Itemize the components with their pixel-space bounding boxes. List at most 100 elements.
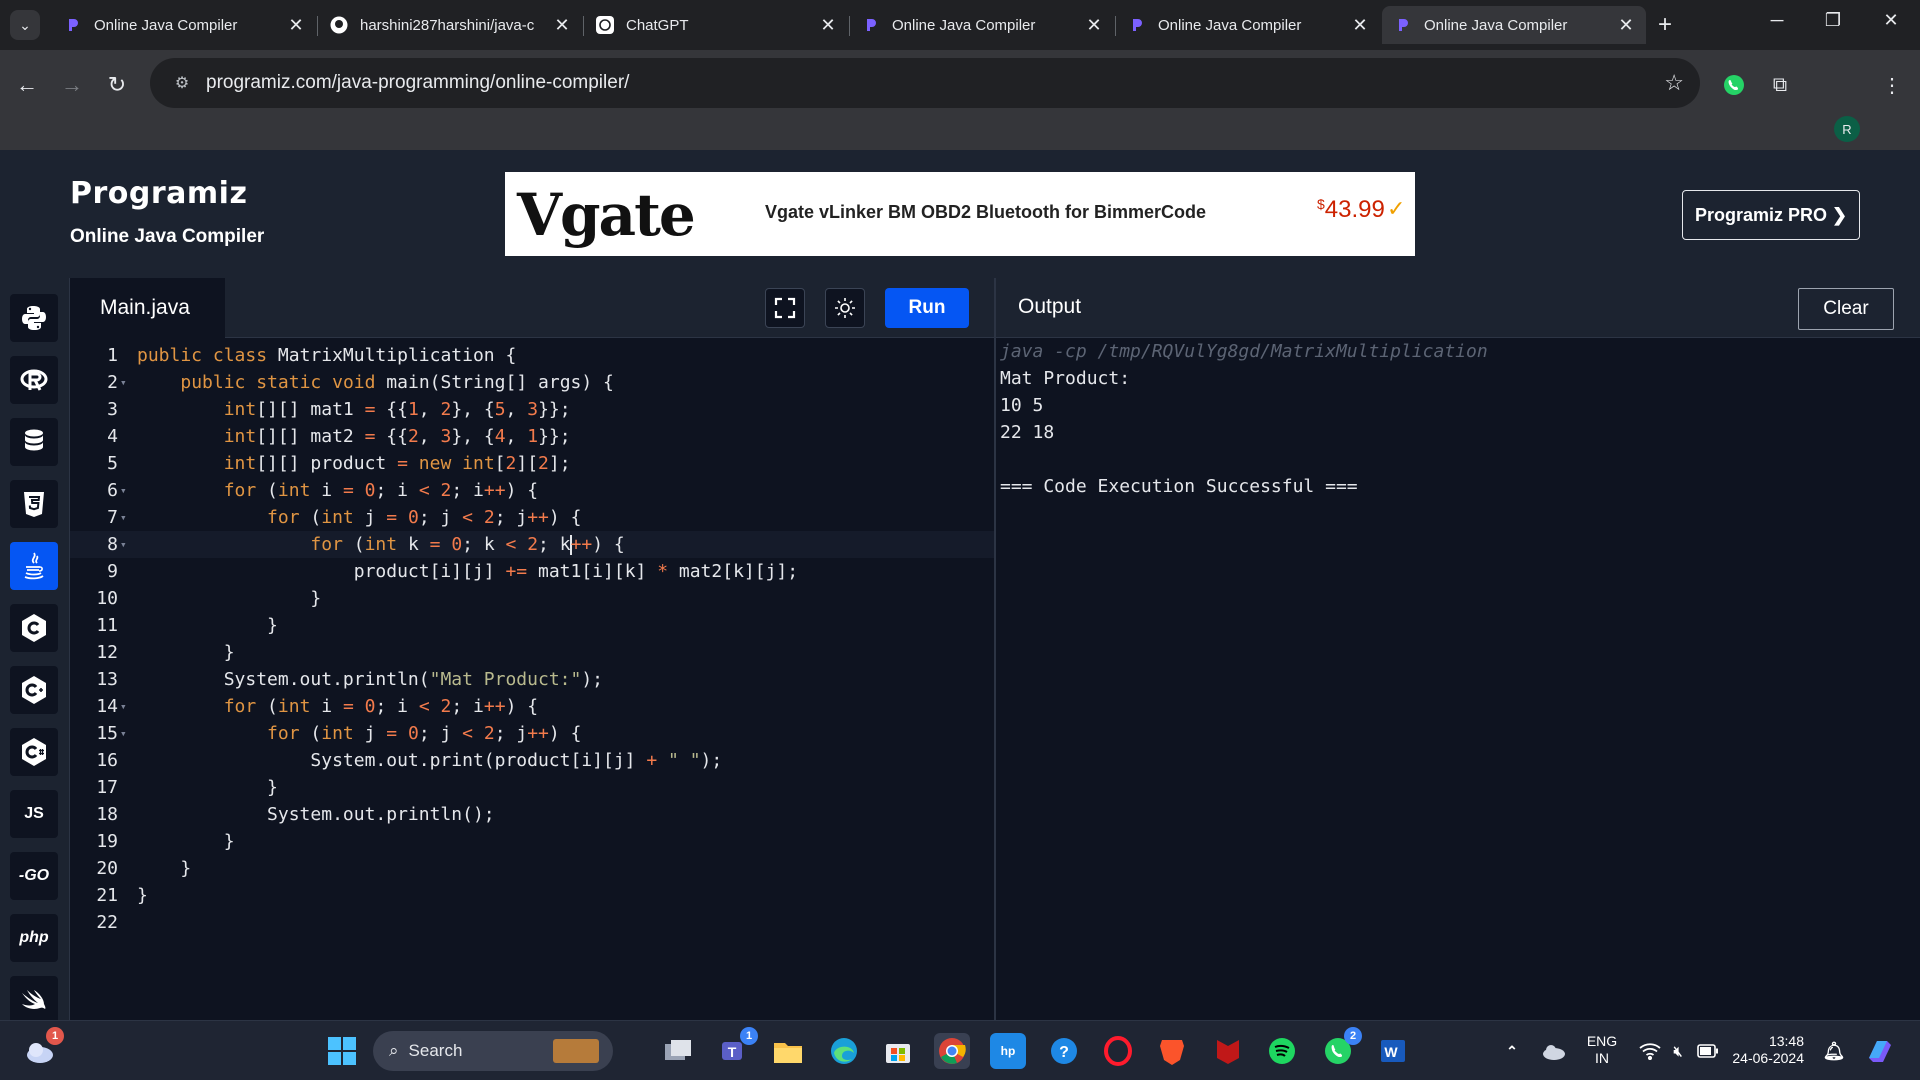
run-button[interactable]: Run [885,288,969,328]
code-line[interactable]: 1 public class MatrixMultiplication { [70,342,995,369]
spotify-icon[interactable] [1264,1033,1300,1069]
show-hidden-icons-chevron-icon[interactable]: ⌃ [1494,1033,1530,1069]
code-line[interactable]: 14 ▾ for (int i = 0; i < 2; i++) { [70,693,995,720]
forward-arrow-icon[interactable]: → [55,68,89,102]
language-php-button[interactable]: php [10,914,58,962]
clear-button[interactable]: Clear [1798,288,1894,330]
microsoft-store-icon[interactable] [880,1033,916,1069]
tab-search-button[interactable]: ⌄ [10,10,40,40]
code-line[interactable]: 2 ▾ public static void main(String[] args… [70,369,995,396]
programiz-pro-button[interactable]: Programiz PRO ❯ [1682,190,1860,240]
language-sql-button[interactable] [10,418,58,466]
url-text[interactable]: programiz.com/java-programming/online-co… [206,72,629,94]
language-python-button[interactable] [10,294,58,342]
reload-icon[interactable]: ↻ [100,68,134,102]
browser-tab-6[interactable]: Online Java Compiler ✕ [1382,6,1646,44]
browser-tab-1[interactable]: Online Java Compiler ✕ [52,6,316,44]
language-java-button[interactable] [10,542,58,590]
taskbar-search-box[interactable]: ⌕ Search [373,1031,613,1071]
close-window-button[interactable]: ✕ [1876,10,1906,31]
code-line[interactable]: 11 } [70,612,995,639]
code-line[interactable]: 13 System.out.println("Mat Product:"); [70,666,995,693]
code-line[interactable]: 10 } [70,585,995,612]
teams-icon[interactable]: T 1 [716,1027,758,1069]
whatsapp-icon[interactable]: 2 [1320,1027,1362,1069]
code-line[interactable]: 3 int[][] mat1 = {{1, 2}, {5, 3}}; [70,396,995,423]
close-tab-icon[interactable]: ✕ [1616,15,1636,36]
code-line[interactable]: 18 System.out.println(); [70,801,995,828]
restore-button[interactable]: ❐ [1818,10,1848,31]
opera-browser-icon[interactable] [1100,1033,1136,1069]
weather-widget-icon[interactable]: 1 [22,1027,64,1069]
language-javascript-button[interactable]: JS [10,790,58,838]
language-r-button[interactable] [10,356,58,404]
clock[interactable]: 13:48 24-06-2024 [1730,1033,1804,1067]
minimize-button[interactable]: ─ [1762,10,1792,31]
fold-arrow-icon[interactable]: ▾ [120,477,127,504]
browser-tab-3[interactable]: ChatGPT ✕ [584,6,848,44]
fold-arrow-icon[interactable]: ▾ [120,531,127,558]
notification-bell-icon[interactable]: 🔔︎ [1816,1033,1852,1069]
bookmark-star-icon[interactable]: ☆ [1664,70,1684,96]
close-tab-icon[interactable]: ✕ [286,15,306,36]
input-language-indicator[interactable]: ENG IN [1584,1033,1620,1067]
fold-arrow-icon[interactable]: ▾ [120,369,127,396]
onedrive-icon[interactable] [1536,1033,1572,1069]
chrome-browser-icon[interactable] [934,1033,970,1069]
code-line[interactable]: 9 product[i][j] += mat1[i][k] * mat2[k][… [70,558,995,585]
fold-arrow-icon[interactable]: ▾ [120,504,127,531]
address-bar[interactable]: ⚙ programiz.com/java-programming/online-… [150,58,1700,108]
code-line[interactable]: 12 } [70,639,995,666]
whatsapp-extension-icon[interactable] [1717,68,1751,102]
close-tab-icon[interactable]: ✕ [1350,15,1370,36]
close-tab-icon[interactable]: ✕ [552,15,572,36]
language-html-button[interactable] [10,480,58,528]
code-line[interactable]: 6 ▾ for (int i = 0; i < 2; i++) { [70,477,995,504]
task-view-icon[interactable] [660,1033,696,1069]
programiz-logo[interactable]: Programiz [70,176,247,211]
code-line[interactable]: 4 int[][] mat2 = {{2, 3}, {4, 1}}; [70,423,995,450]
theme-toggle-sun-icon[interactable] [825,288,865,328]
brave-browser-icon[interactable] [1154,1033,1190,1069]
fold-arrow-icon[interactable]: ▾ [120,720,127,747]
word-icon[interactable]: W [1374,1033,1410,1069]
language-cpp-button[interactable] [10,666,58,714]
advertisement-banner[interactable]: Vgate Vgate vLinker BM OBD2 Bluetooth fo… [505,172,1415,256]
get-help-icon[interactable]: ? [1046,1033,1082,1069]
new-tab-button[interactable]: + [1650,12,1680,38]
code-line[interactable]: 17 } [70,774,995,801]
battery-icon[interactable] [1690,1033,1726,1069]
browser-tab-4[interactable]: Online Java Compiler ✕ [850,6,1114,44]
myhp-app-icon[interactable]: hp [990,1033,1026,1069]
mcafee-icon[interactable] [1210,1033,1246,1069]
browser-tab-2[interactable]: harshini287harshini/java-c ✕ [318,6,582,44]
copilot-icon[interactable] [1862,1033,1898,1069]
code-line[interactable]: 19 } [70,828,995,855]
edge-browser-icon[interactable] [826,1033,862,1069]
code-line[interactable]: 16 System.out.print(product[i][j] + " ")… [70,747,995,774]
code-line[interactable]: 7 ▾ for (int j = 0; j < 2; j++) { [70,504,995,531]
file-explorer-icon[interactable] [770,1033,806,1069]
code-editor[interactable]: 1 public class MatrixMultiplication {2 ▾ p… [70,338,995,1020]
language-c-button[interactable] [10,604,58,652]
close-tab-icon[interactable]: ✕ [1084,15,1104,36]
code-line[interactable]: 8 ▾ for (int k = 0; k < 2; k++) { [70,531,995,558]
file-tab-main-java[interactable]: Main.java [70,278,225,338]
profile-avatar[interactable]: R [1834,116,1860,142]
windows-start-icon[interactable] [324,1033,360,1069]
code-line[interactable]: 15 ▾ for (int j = 0; j < 2; j++) { [70,720,995,747]
code-line[interactable]: 5 int[][] product = new int[2][2]; [70,450,995,477]
language-csharp-button[interactable] [10,728,58,776]
fullscreen-icon[interactable] [765,288,805,328]
language-swift-button[interactable] [10,976,58,1024]
code-line[interactable]: 21} [70,882,995,909]
fold-arrow-icon[interactable]: ▾ [120,693,127,720]
back-arrow-icon[interactable]: ← [10,68,44,102]
close-tab-icon[interactable]: ✕ [818,15,838,36]
browser-menu-icon[interactable]: ⋮ [1875,68,1909,102]
code-line[interactable]: 22 [70,909,995,936]
site-info-icon[interactable]: ⚙ [162,73,202,93]
browser-tab-5[interactable]: Online Java Compiler ✕ [1116,6,1380,44]
extensions-puzzle-icon[interactable]: ⧉ [1763,68,1797,102]
language-go-button[interactable]: -GO [10,852,58,900]
